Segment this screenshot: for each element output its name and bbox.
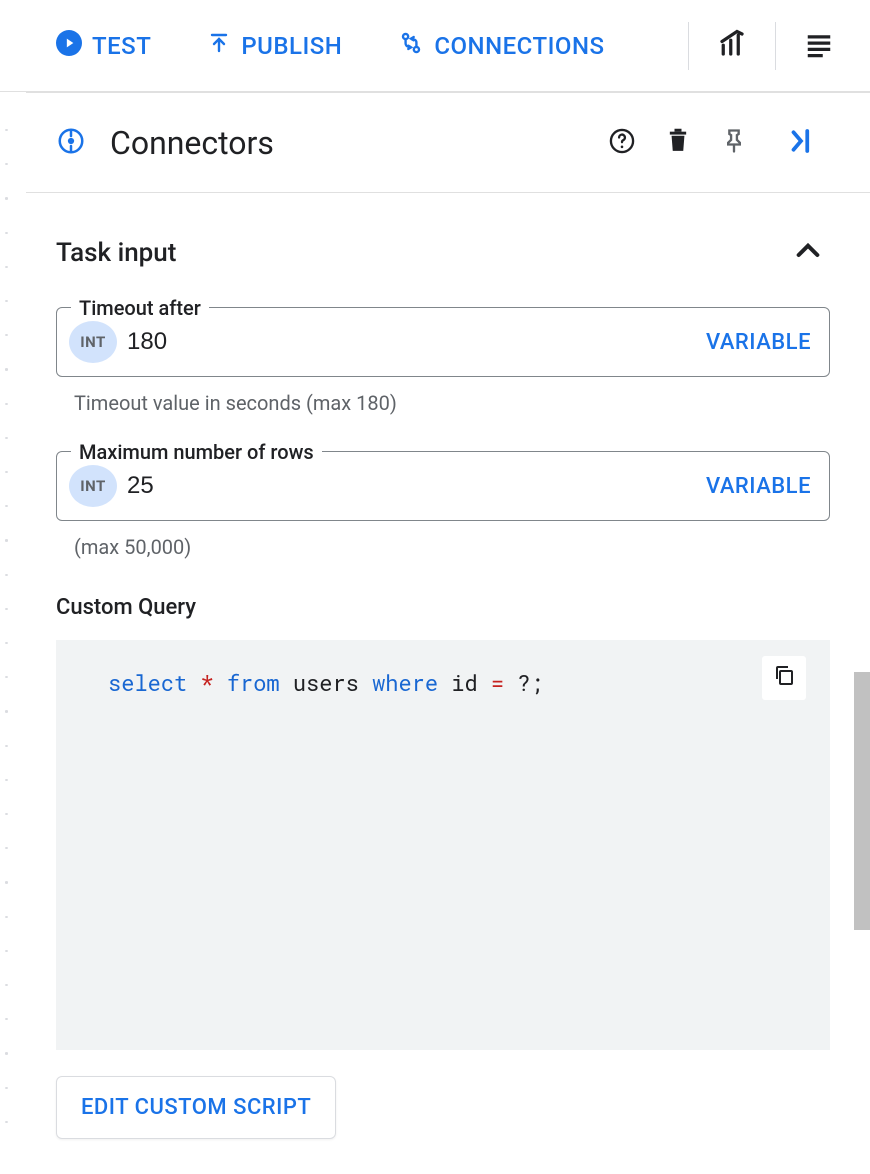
chevron-up-icon bbox=[792, 252, 824, 271]
menu-icon-button[interactable] bbox=[792, 17, 846, 75]
test-button[interactable]: TEST bbox=[40, 22, 167, 70]
collapse-right-icon bbox=[786, 126, 816, 160]
connectors-panel: Connectors Task input bbox=[26, 92, 870, 1139]
copy-icon bbox=[772, 663, 796, 693]
pin-button[interactable] bbox=[706, 117, 762, 169]
maxrows-input[interactable] bbox=[127, 472, 706, 500]
edit-custom-script-button[interactable]: EDIT CUSTOM SCRIPT bbox=[56, 1076, 336, 1139]
divider bbox=[775, 22, 776, 70]
pin-icon bbox=[720, 127, 748, 159]
divider bbox=[688, 22, 689, 70]
timeout-helper: Timeout value in seconds (max 180) bbox=[74, 391, 830, 415]
token-star: * bbox=[200, 668, 213, 697]
token-where: where bbox=[372, 668, 438, 697]
help-button[interactable] bbox=[594, 117, 650, 169]
copy-button[interactable] bbox=[762, 656, 806, 700]
token-q: ?; bbox=[517, 668, 543, 697]
chart-icon-button[interactable] bbox=[705, 17, 759, 75]
publish-button[interactable]: PUBLISH bbox=[191, 23, 358, 69]
connections-button[interactable]: CONNECTIONS bbox=[382, 22, 620, 70]
type-chip-int: INT bbox=[69, 465, 117, 507]
top-toolbar: TEST PUBLISH CONNECTIONS bbox=[0, 0, 870, 92]
task-input-section: Task input Timeout after INT VARIABLE Ti… bbox=[26, 193, 870, 1139]
timeout-field: Timeout after INT VARIABLE Timeout value… bbox=[56, 307, 830, 415]
panel-title: Connectors bbox=[110, 124, 594, 162]
maxrows-variable-button[interactable]: VARIABLE bbox=[706, 474, 811, 499]
chart-icon bbox=[717, 29, 747, 63]
timeout-label: Timeout after bbox=[71, 296, 209, 320]
help-icon bbox=[608, 127, 636, 159]
connector-node-icon bbox=[56, 126, 86, 160]
test-label: TEST bbox=[92, 32, 151, 60]
delete-button[interactable] bbox=[650, 117, 706, 169]
type-chip-int: INT bbox=[69, 321, 117, 363]
custom-query-label: Custom Query bbox=[56, 595, 830, 620]
token-users: users bbox=[293, 668, 359, 697]
maxrows-field: Maximum number of rows INT VARIABLE (max… bbox=[56, 451, 830, 559]
token-eq: = bbox=[491, 668, 504, 697]
token-id: id bbox=[451, 668, 477, 697]
token-select: select bbox=[108, 668, 187, 697]
connections-icon bbox=[398, 30, 424, 62]
custom-query-code: select * from users where id = ?; bbox=[56, 640, 830, 1050]
connections-label: CONNECTIONS bbox=[434, 32, 604, 60]
section-title: Task input bbox=[56, 238, 176, 268]
maxrows-helper: (max 50,000) bbox=[74, 535, 830, 559]
trash-icon bbox=[664, 127, 692, 159]
play-circle-icon bbox=[56, 30, 82, 62]
menu-icon bbox=[804, 29, 834, 63]
scrollbar-thumb[interactable] bbox=[854, 672, 870, 930]
timeout-variable-button[interactable]: VARIABLE bbox=[706, 330, 811, 355]
maxrows-label: Maximum number of rows bbox=[71, 440, 322, 464]
timeout-input[interactable] bbox=[127, 328, 706, 356]
collapse-right-button[interactable] bbox=[772, 116, 830, 170]
publish-label: PUBLISH bbox=[241, 32, 342, 60]
panel-header: Connectors bbox=[26, 93, 870, 193]
token-from: from bbox=[227, 668, 280, 697]
dot-rail bbox=[4, 113, 8, 1139]
upload-icon bbox=[207, 31, 231, 61]
section-collapse-button[interactable] bbox=[786, 229, 830, 277]
